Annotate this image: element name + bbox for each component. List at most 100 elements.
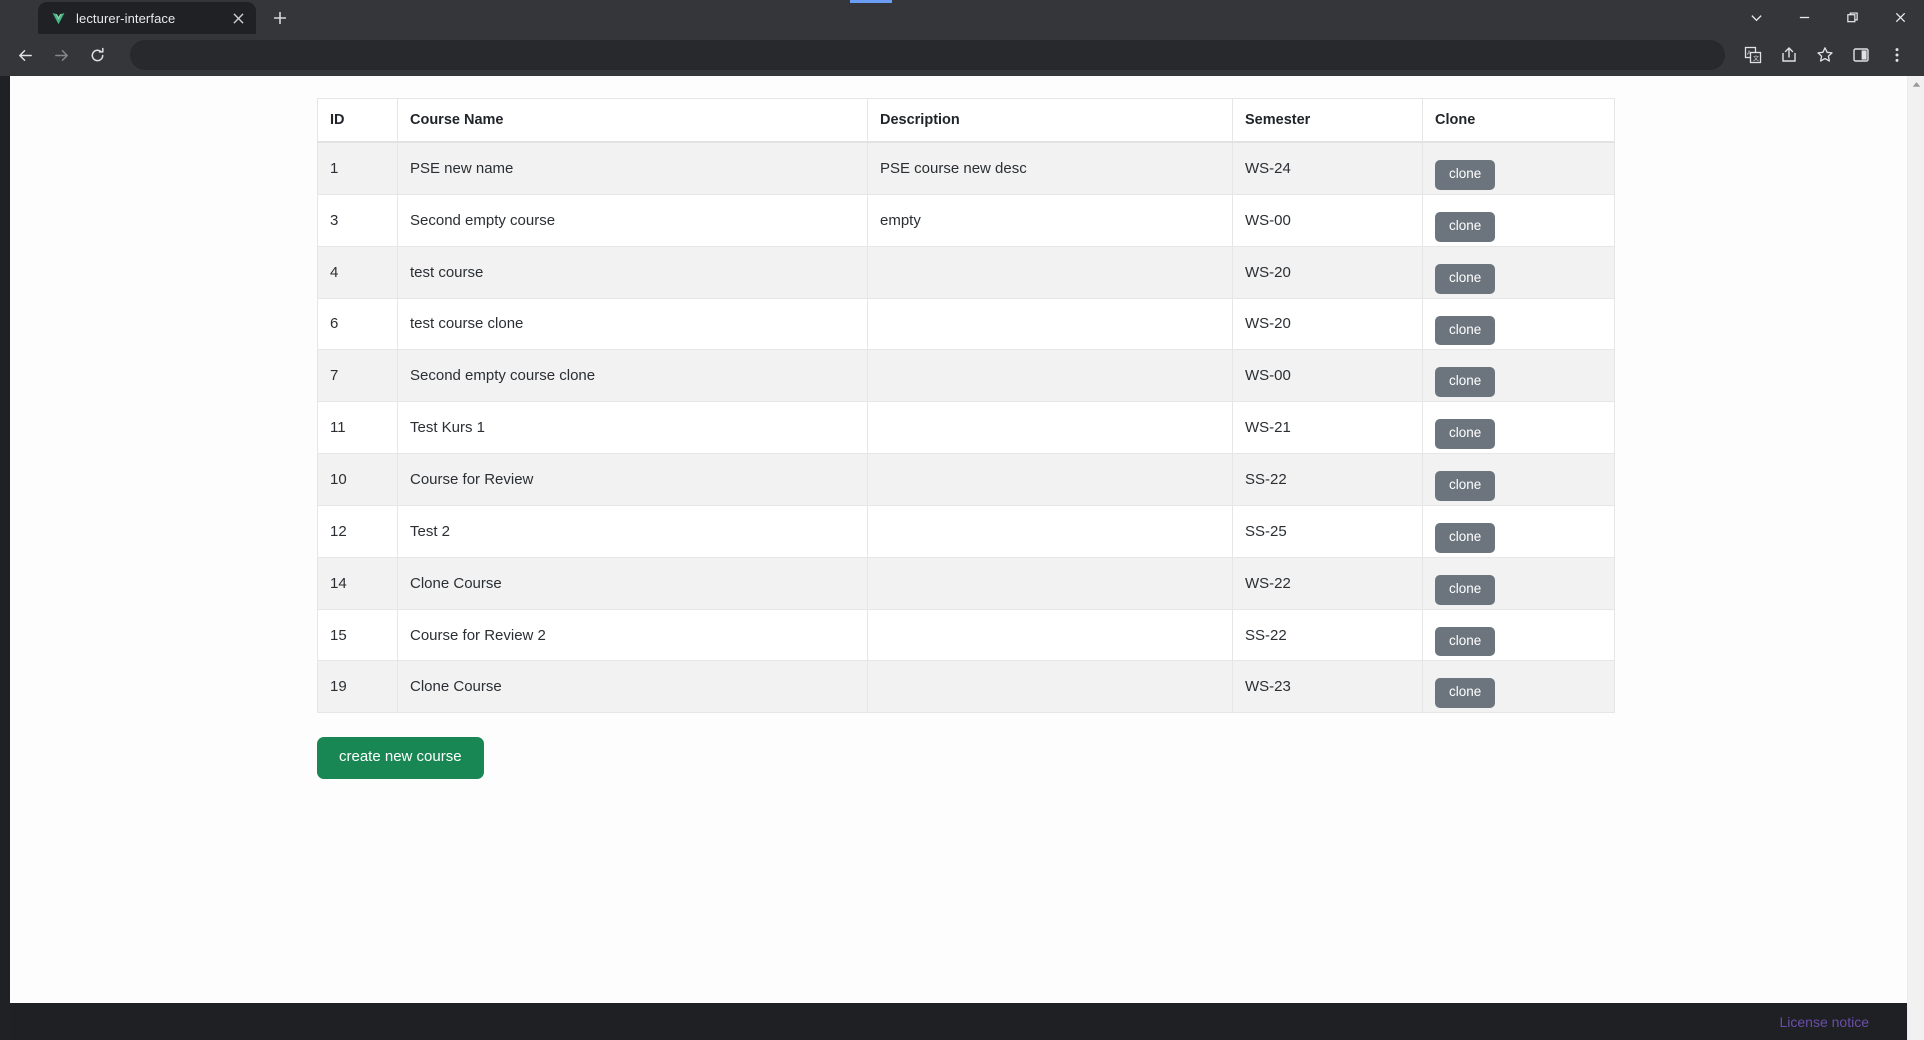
address-bar[interactable] — [130, 40, 1725, 70]
cell-description — [867, 349, 1233, 403]
vite-v-logo-icon — [50, 10, 67, 27]
clone-button[interactable]: clone — [1435, 211, 1496, 242]
table-row: 1 PSE new name PSE course new desc WS-24 clo… — [317, 141, 1615, 195]
cell-id: 11 — [317, 401, 398, 455]
cell-clone: clone — [1422, 453, 1615, 506]
translate-icon[interactable]: A 文 — [1736, 38, 1770, 72]
cell-semester: WS-20 — [1232, 297, 1423, 351]
maximize-restore-icon[interactable] — [1828, 0, 1876, 34]
forward-arrow-icon[interactable] — [44, 38, 78, 72]
clone-button[interactable]: clone — [1435, 367, 1496, 398]
minimize-icon[interactable] — [1780, 0, 1828, 34]
cell-description — [867, 297, 1233, 351]
cell-semester: WS-00 — [1232, 349, 1423, 403]
scrollbar-thumb[interactable] — [1910, 94, 1922, 974]
table-row: 15 Course for Review 2 SS-22 clone — [317, 608, 1615, 662]
cell-id: 6 — [317, 297, 398, 351]
cell-course-name: Test Kurs 1 — [397, 401, 868, 455]
clone-button[interactable]: clone — [1435, 678, 1496, 709]
cell-description — [867, 245, 1233, 299]
clone-button[interactable]: clone — [1435, 160, 1496, 190]
cell-course-name: Clone Course — [397, 556, 868, 610]
table-row: 19 Clone Course WS-23 clone — [317, 660, 1615, 714]
table-header-row: ID Course Name Description Semester Clon… — [317, 98, 1615, 143]
three-dot-menu-icon[interactable] — [1880, 38, 1914, 72]
cell-semester: SS-25 — [1232, 504, 1423, 558]
back-arrow-icon[interactable] — [8, 38, 42, 72]
license-notice-link[interactable]: License notice — [1779, 1014, 1869, 1030]
new-tab-button[interactable] — [266, 4, 294, 32]
cell-course-name: Test 2 — [397, 504, 868, 558]
tab-strip: lecturer-interface — [0, 0, 1924, 34]
reload-icon[interactable] — [80, 38, 114, 72]
cell-description — [867, 504, 1233, 558]
tab-title: lecturer-interface — [76, 10, 176, 26]
side-panel-icon[interactable] — [1844, 38, 1878, 72]
table-row: 6 test course clone WS-20 clone — [317, 297, 1615, 351]
close-icon[interactable] — [228, 8, 248, 28]
cell-semester: WS-00 — [1232, 193, 1423, 247]
close-window-icon[interactable] — [1876, 0, 1924, 34]
clone-button[interactable]: clone — [1435, 263, 1496, 294]
cell-description — [867, 453, 1233, 506]
share-icon[interactable] — [1772, 38, 1806, 72]
cell-id: 19 — [317, 660, 398, 714]
page-scrollbar[interactable] — [1907, 76, 1924, 1040]
cell-id: 15 — [317, 608, 398, 662]
cell-clone: clone — [1422, 245, 1615, 299]
column-header-description: Description — [867, 98, 1233, 143]
cell-id: 4 — [317, 245, 398, 299]
svg-text:文: 文 — [1753, 55, 1759, 63]
window-controls — [1732, 0, 1924, 34]
cell-description — [867, 556, 1233, 610]
table-row: 3 Second empty course empty WS-00 clone — [317, 193, 1615, 247]
cell-course-name: Second empty course clone — [397, 349, 868, 403]
page-footer: License notice — [10, 1003, 1907, 1040]
create-new-course-button[interactable]: create new course — [317, 737, 484, 779]
star-icon[interactable] — [1808, 38, 1842, 72]
clone-button[interactable]: clone — [1435, 626, 1496, 657]
cell-semester: SS-22 — [1232, 608, 1423, 662]
clone-button[interactable]: clone — [1435, 315, 1496, 346]
clone-button[interactable]: clone — [1435, 471, 1496, 501]
cell-id: 14 — [317, 556, 398, 610]
clone-button[interactable]: clone — [1435, 574, 1496, 605]
tab-strip-empty-area — [294, 0, 1924, 34]
cell-course-name: test course clone — [397, 297, 868, 351]
cell-clone: clone — [1422, 193, 1615, 247]
table-header: ID Course Name Description Semester Clon… — [317, 98, 1615, 143]
cell-clone: clone — [1422, 608, 1615, 662]
column-header-id: ID — [317, 98, 398, 143]
cell-id: 7 — [317, 349, 398, 403]
minimize-to-tray-chevron-icon[interactable] — [1732, 0, 1780, 34]
cell-description — [867, 608, 1233, 662]
cell-id: 1 — [317, 141, 398, 195]
browser-toolbar: A 文 — [0, 34, 1924, 76]
clone-button[interactable]: clone — [1435, 419, 1496, 450]
cell-description — [867, 401, 1233, 455]
page-viewport: ID Course Name Description Semester Clon… — [0, 76, 1924, 1040]
clone-button[interactable]: clone — [1435, 522, 1496, 553]
cell-id: 12 — [317, 504, 398, 558]
page-content: ID Course Name Description Semester Clon… — [10, 76, 1907, 779]
table-row: 12 Test 2 SS-25 clone — [317, 504, 1615, 558]
cell-course-name: Second empty course — [397, 193, 868, 247]
cell-description: PSE course new desc — [867, 141, 1233, 195]
cell-course-name: test course — [397, 245, 868, 299]
browser-window: lecturer-interface A 文 ID Course Name De… — [0, 0, 1924, 1040]
cell-clone: clone — [1422, 556, 1615, 610]
svg-text:A: A — [1747, 51, 1751, 57]
web-page: ID Course Name Description Semester Clon… — [10, 76, 1907, 1040]
cell-course-name: PSE new name — [397, 141, 868, 195]
cell-semester: WS-24 — [1232, 141, 1423, 195]
courses-table: ID Course Name Description Semester Clon… — [317, 98, 1615, 714]
cell-clone: clone — [1422, 401, 1615, 455]
cell-semester: SS-22 — [1232, 453, 1423, 506]
cell-course-name: Clone Course — [397, 660, 868, 714]
cell-semester: WS-22 — [1232, 556, 1423, 610]
cell-clone: clone — [1422, 297, 1615, 351]
cell-clone: clone — [1422, 349, 1615, 403]
tab-loading-indicator — [850, 0, 892, 3]
browser-tab[interactable]: lecturer-interface — [38, 2, 256, 34]
scroll-up-arrow-icon[interactable] — [1908, 76, 1924, 93]
